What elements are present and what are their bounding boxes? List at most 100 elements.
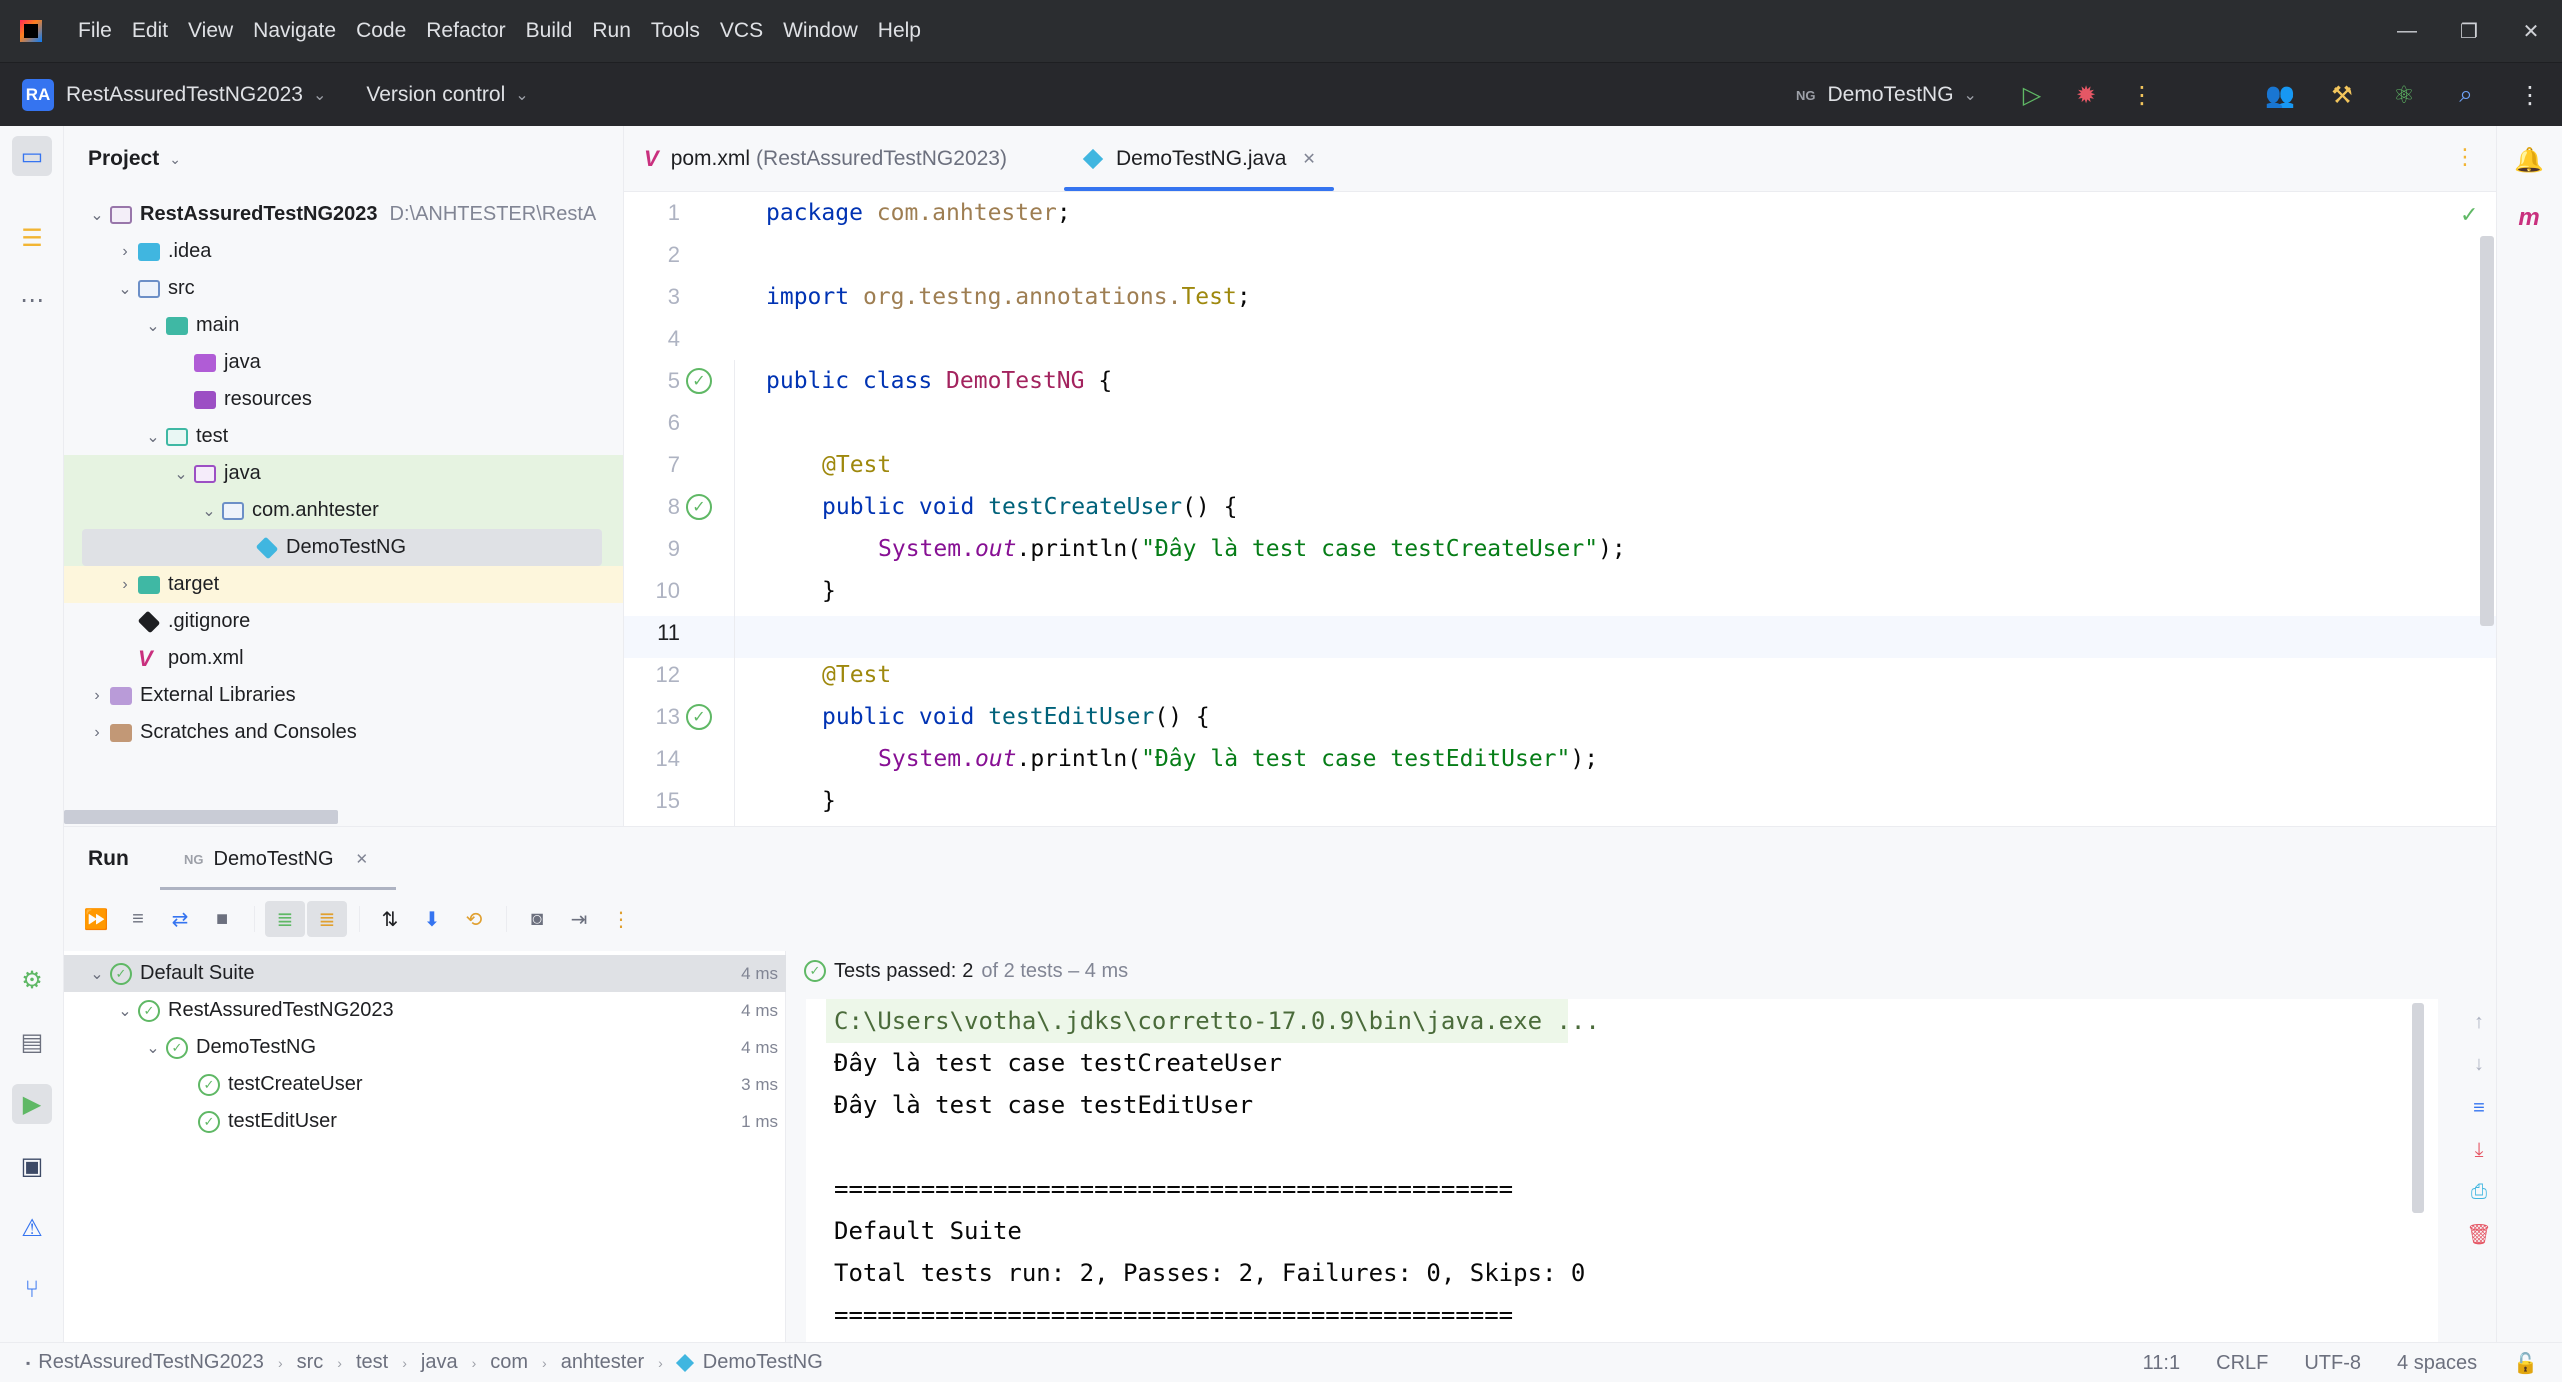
rerun-icon[interactable]: ⏩ [76, 901, 116, 937]
build-tools-icon[interactable]: ⚒ [2322, 63, 2362, 127]
breadcrumb-item[interactable]: DemoTestNG [703, 1351, 823, 1374]
tree-item-resources[interactable]: resources [64, 381, 623, 418]
soft-wrap-icon[interactable]: ≡ [2466, 1095, 2492, 1121]
chevron-down-icon[interactable]: ⌄ [196, 501, 222, 521]
indent-setting[interactable]: 4 spaces [2397, 1352, 2477, 1375]
run-tab-demotestng[interactable]: NG DemoTestNG ✕ [184, 827, 368, 891]
debug-icon[interactable]: ✹ [2066, 63, 2106, 127]
close-window-icon[interactable]: ✕ [2500, 19, 2562, 44]
chevron-down-icon[interactable]: ⌄ [515, 85, 528, 105]
menu-navigate[interactable]: Navigate [253, 19, 336, 43]
project-tool-icon[interactable]: ▭ [12, 136, 52, 176]
test-node-create-user[interactable]: ✓ testCreateUser 3 ms [64, 1066, 786, 1103]
tree-item-external-libraries[interactable]: › External Libraries [64, 677, 623, 714]
test-node-default-suite[interactable]: ⌄ ✓ Default Suite 4 ms [64, 955, 786, 992]
chevron-down-icon[interactable]: ⌄ [112, 1001, 138, 1021]
terminal-icon[interactable]: ▣ [12, 1146, 52, 1186]
tree-item-package[interactable]: ⌄ com.anhtester [64, 492, 623, 529]
project-selector[interactable]: RestAssuredTestNG2023 [66, 83, 303, 107]
console-output[interactable]: C:\Users\votha\.jdks\corretto-17.0.9\bin… [806, 999, 2438, 1343]
run-icon[interactable]: ▷ [2012, 63, 2052, 127]
menu-vcs[interactable]: VCS [720, 19, 763, 43]
version-control-selector[interactable]: Version control [366, 83, 505, 107]
history-icon[interactable]: ⟲ [454, 901, 494, 937]
chevron-right-icon[interactable]: › [112, 243, 138, 261]
tree-item-demotestng[interactable]: DemoTestNG [64, 529, 623, 566]
tree-item-idea[interactable]: › .idea [64, 233, 623, 270]
stop-icon[interactable]: ■ [202, 901, 242, 937]
tree-item-root[interactable]: ⌄ RestAssuredTestNG2023 D:\ANHTESTER\Res… [64, 196, 623, 233]
code-editor[interactable]: 1 2 3 4 5 6 7 8 9 10 11 12 13 14 15 ✓ ✓ … [624, 192, 2496, 826]
import-tests-icon[interactable]: ⬇ [412, 901, 452, 937]
rerun-failed-icon[interactable]: ≡ [118, 901, 158, 937]
menu-code[interactable]: Code [356, 19, 406, 43]
lock-icon[interactable]: 🔓 [2513, 1351, 2538, 1376]
chevron-down-icon[interactable]: ⌄ [169, 151, 181, 168]
tree-item-scratches[interactable]: › Scratches and Consoles [64, 714, 623, 751]
test-node-class[interactable]: ⌄ ✓ DemoTestNG 4 ms [64, 1029, 786, 1066]
clear-console-icon[interactable]: 🗑 [2466, 1221, 2492, 1247]
menu-help[interactable]: Help [878, 19, 921, 43]
horizontal-scrollbar[interactable] [64, 810, 338, 824]
test-node-project[interactable]: ⌄ ✓ RestAssuredTestNG2023 4 ms [64, 992, 786, 1029]
down-arrow-icon[interactable]: ↓ [2466, 1051, 2492, 1077]
file-encoding[interactable]: UTF-8 [2304, 1352, 2361, 1375]
settings-icon[interactable]: ⋮ [2510, 63, 2550, 127]
sort-icon[interactable]: ⇅ [370, 901, 410, 937]
menu-tools[interactable]: Tools [651, 19, 700, 43]
database-icon[interactable]: ▤ [12, 1022, 52, 1062]
print-icon[interactable]: ⎙ [2466, 1179, 2492, 1205]
breadcrumb-item[interactable]: test [356, 1351, 388, 1374]
chevron-right-icon[interactable]: › [84, 687, 110, 705]
chevron-down-icon[interactable]: ⌄ [140, 316, 166, 336]
run-test-check-icon[interactable]: ✓ [686, 368, 712, 394]
chevron-down-icon[interactable]: ⌄ [84, 205, 110, 225]
menu-build[interactable]: Build [526, 19, 573, 43]
tab-demotestng-java[interactable]: DemoTestNG.java ✕ [1082, 126, 1316, 192]
more-tools-icon[interactable]: ⋯ [12, 280, 52, 320]
breadcrumb-item[interactable]: anhtester [561, 1351, 644, 1374]
tree-item-main[interactable]: ⌄ main [64, 307, 623, 344]
show-passed-icon[interactable]: ≣ [265, 901, 305, 937]
tree-item-test-java[interactable]: ⌄ java [64, 455, 623, 492]
chevron-down-icon[interactable]: ⌄ [168, 464, 194, 484]
chevron-down-icon[interactable]: ⌄ [313, 85, 326, 105]
git-icon[interactable]: ⑂ [12, 1270, 52, 1310]
menu-run[interactable]: Run [592, 19, 631, 43]
run-configuration-selector[interactable]: NG DemoTestNG ⌄ [1796, 63, 1977, 127]
tab-pom-xml[interactable]: V pom.xml (RestAssuredTestNG2023) [644, 126, 1007, 192]
show-ignored-icon[interactable]: ≣ [307, 901, 347, 937]
menu-view[interactable]: View [188, 19, 233, 43]
ai-icon[interactable]: ⚛ [2384, 63, 2424, 127]
chevron-right-icon[interactable]: › [112, 576, 138, 594]
run-tool-icon[interactable]: ▶ [12, 1084, 52, 1124]
structure-tool-icon[interactable]: ☰ [12, 218, 52, 258]
search-icon[interactable]: ⌕ [2446, 63, 2486, 127]
problems-icon[interactable]: ⚠ [12, 1208, 52, 1248]
chevron-down-icon[interactable]: ⌄ [84, 964, 110, 984]
close-icon[interactable]: ✕ [1302, 149, 1315, 169]
caret-position[interactable]: 11:1 [2143, 1352, 2180, 1375]
console-vertical-scrollbar[interactable] [2412, 1003, 2424, 1213]
project-badge[interactable]: RA [22, 78, 54, 111]
toggle-auto-test-icon[interactable]: ⇄ [160, 901, 200, 937]
menu-refactor[interactable]: Refactor [426, 19, 505, 43]
tree-item-pom[interactable]: V pom.xml [64, 640, 623, 677]
line-separator[interactable]: CRLF [2216, 1352, 2268, 1375]
project-panel-header[interactable]: Project ⌄ [64, 126, 623, 192]
run-test-check-icon[interactable]: ✓ [686, 704, 712, 730]
services-icon[interactable]: ⚙ [12, 960, 52, 1000]
chevron-down-icon[interactable]: ⌄ [140, 427, 166, 447]
more-icon[interactable]: ⋮ [2122, 63, 2162, 127]
menu-edit[interactable]: Edit [132, 19, 168, 43]
maven-icon[interactable]: m [2509, 198, 2549, 238]
menu-window[interactable]: Window [783, 19, 858, 43]
menu-file[interactable]: File [78, 19, 112, 43]
breadcrumb-item[interactable]: com [490, 1351, 528, 1374]
close-icon[interactable]: ✕ [356, 850, 369, 868]
notifications-icon[interactable]: 🔔 [2509, 140, 2549, 180]
breadcrumb-item[interactable]: src [297, 1351, 324, 1374]
no-problems-check-icon[interactable]: ✓ [2460, 202, 2478, 228]
screenshot-icon[interactable]: ◙ [517, 901, 557, 937]
more-icon[interactable]: ⋮ [2454, 144, 2476, 170]
